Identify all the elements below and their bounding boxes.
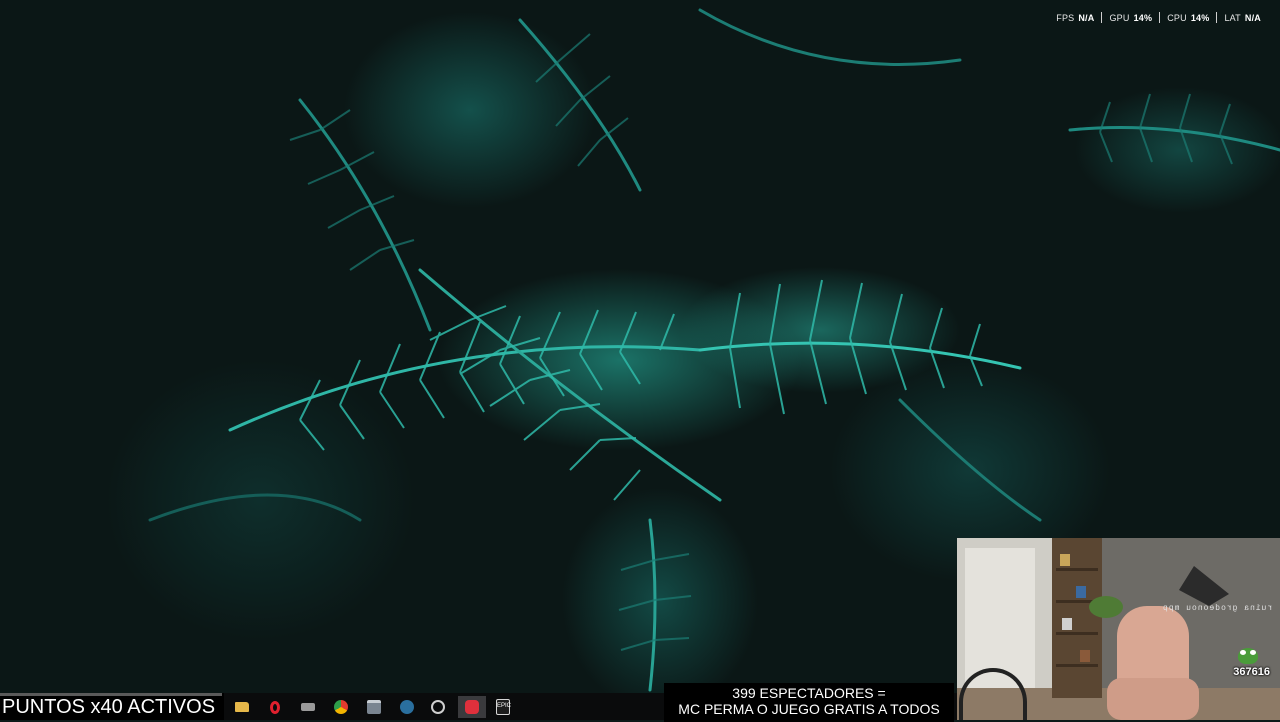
taskbar-epic-games[interactable]: EPIC [491,696,515,718]
gpu-label: GPU [1109,12,1130,23]
taskbar-steam[interactable] [395,696,419,718]
opera-icon [270,700,280,714]
webcam-plant [1089,596,1123,618]
taskbar-opera[interactable] [263,696,287,718]
fern-leaflets [299,351,641,451]
fps-value: N/A [1078,12,1095,23]
obs-icon [431,700,445,714]
shelf-item [1076,586,1086,598]
fern-frond [898,398,1042,522]
gpu-readout: GPU 14% [1102,13,1159,23]
viewers-count-text: 399 ESPECTADORES = [732,685,886,701]
shelf-item [1062,618,1072,630]
fps-readout: FPS N/A [1049,13,1101,23]
fern-frond [418,268,722,502]
taskbar-chrome[interactable] [329,696,353,718]
webcam-chair-seat [1107,678,1199,720]
latency-value: N/A [1244,12,1261,23]
fern-frond [148,493,362,522]
fps-label: FPS [1056,12,1075,23]
shelf-item [1060,554,1070,566]
latency-readout: LAT N/A [1217,13,1268,23]
taskbar-obs[interactable] [426,696,450,718]
cpu-readout: CPU 14% [1160,13,1216,23]
shelf [1056,664,1098,667]
viewers-goal-banner: 399 ESPECTADORES = MC PERMA O JUEGO GRAT… [664,683,954,722]
steam-icon [400,700,414,714]
webcam-feed: ruina grodeonou mpp 367616 [957,538,1280,720]
latency-label: LAT [1224,12,1241,23]
taskbar-launcher[interactable] [296,696,320,718]
shelf [1056,568,1098,571]
folder-icon [235,702,249,712]
taskbar-record-app[interactable] [458,696,486,718]
fern-leaflets [729,337,983,415]
gpu-value: 14% [1133,12,1153,23]
pepe-emote-icon [1238,648,1258,664]
record-icon [465,700,479,714]
webcam-counter: 367616 [1233,666,1270,678]
shelf-item [1080,650,1090,662]
webcam-bookcase [1052,538,1102,698]
cpu-label: CPU [1167,12,1187,23]
chrome-icon [334,700,348,714]
fern-frond [1068,126,1280,152]
webcam-lamp [1179,566,1229,606]
shelf [1056,632,1098,635]
webcam-mirrored-sign: ruina grodeonou mpp [1162,604,1273,613]
taskbar-window[interactable] [362,696,386,718]
cpu-value: 14% [1190,12,1210,23]
fern-leaflets [289,109,415,271]
performance-overlay: FPS N/A GPU 14% CPU 14% LAT N/A [1049,12,1268,23]
fern-frond [298,98,432,332]
launcher-icon [301,703,315,711]
fern-frond [648,518,657,692]
epic-games-icon: EPIC [496,699,511,715]
taskbar-file-explorer[interactable] [230,696,254,718]
fern-frond [698,8,962,66]
window-icon [367,700,381,714]
viewers-goal-text: MC PERMA O JUEGO GRATIS A TODOS [678,701,940,717]
points-banner: PUNTOS x40 ACTIVOS [0,693,224,720]
